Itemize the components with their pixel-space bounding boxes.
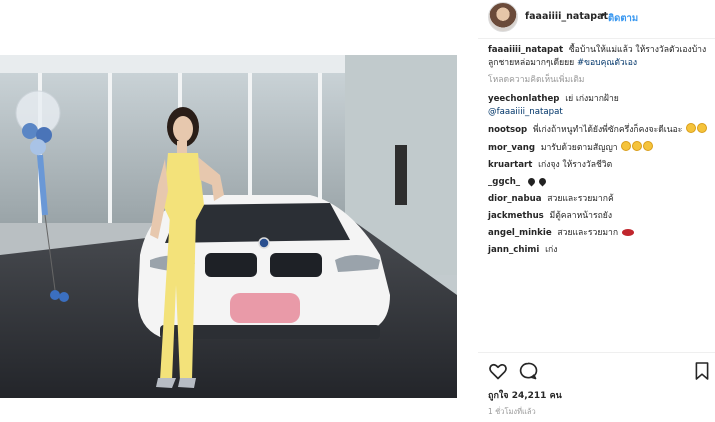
comment-item: jackmethus มีตู้คลาหน้ารถยัง	[488, 210, 710, 223]
black-heart-emoji-icon	[537, 176, 548, 187]
load-more-comments-link[interactable]: โหลดความคิดเห็นเพิ่มเติม	[488, 74, 710, 87]
blurred-plate	[230, 293, 300, 323]
post-username[interactable]: faaaiiii_natapat	[525, 11, 608, 22]
comment-mention[interactable]: @faaaiiii_natapat	[488, 107, 563, 117]
comment-username[interactable]: mor_vang	[488, 143, 535, 153]
smile-emoji-icon	[686, 123, 697, 133]
comment-item: kruartart เก่งจุง ให้รางวัลชีวิต	[488, 159, 710, 172]
comment-text: มีตู้คลาหน้ารถยัง	[549, 211, 613, 221]
comment-text: เย่ เก่งมากฝ้าย	[565, 94, 619, 104]
black-heart-emoji-icon	[526, 176, 537, 187]
comment-text: เก่งจุง ให้รางวัลชีวิต	[538, 160, 613, 170]
comment-text: มารับด้วยตามสัญญา	[540, 143, 618, 153]
comment-username[interactable]: dior_nabua	[488, 194, 542, 204]
comment-text: พี่เก่งถ้าหนูทำได้ยังพี่ซักครึ่งก็คงจะดี…	[532, 125, 683, 135]
grin-emoji-icon	[621, 141, 632, 151]
comment-item: mor_vang มารับด้วยตามสัญญา	[488, 141, 710, 155]
separator-dot: •	[600, 10, 606, 21]
comment-username[interactable]: jackmethus	[488, 211, 544, 221]
grin-emoji-icon	[643, 141, 654, 151]
caption-username[interactable]: faaaiiii_natapat	[488, 45, 563, 55]
post-side-panel: faaaiiii_natapat • ติดตาม faaaiiii_natap…	[478, 0, 715, 422]
comment-item: _ggch_	[488, 176, 710, 189]
showroom-photo	[0, 55, 457, 398]
comment-item: dior_nabua สวยและรวยมากค้	[488, 193, 710, 206]
comment-username[interactable]: angel_minkie	[488, 228, 552, 238]
comment-username[interactable]: yeechonlathep	[488, 94, 559, 104]
comment-text: เก่ง	[545, 245, 558, 255]
smile-emoji-icon	[697, 123, 708, 133]
caption-hashtag[interactable]: #ขอบคุณตัวเอง	[577, 58, 637, 68]
comment-text: สวยและรวยมาก	[557, 228, 619, 238]
grin-emoji-icon	[632, 141, 643, 151]
comment-username[interactable]: jann_chimi	[488, 245, 539, 255]
comment-item: nootsop พี่เก่งถ้าหนูทำได้ยังพี่ซักครึ่ง…	[488, 123, 710, 137]
comment-icon[interactable]	[518, 361, 538, 381]
follow-button[interactable]: ติดตาม	[608, 11, 638, 26]
header-divider	[478, 38, 715, 39]
heart-icon[interactable]	[488, 361, 508, 381]
actions-divider	[478, 352, 715, 353]
lips-emoji-icon	[621, 229, 634, 236]
post-timestamp[interactable]: 1 ชั่วโมงที่แล้ว	[488, 406, 536, 418]
comment-item: angel_minkie สวยและรวยมาก	[488, 227, 710, 240]
bookmark-icon[interactable]	[694, 361, 710, 381]
comment-text: สวยและรวยมากค้	[547, 194, 614, 204]
likes-count[interactable]: ถูกใจ 24,211 คน	[488, 388, 562, 402]
post-photo[interactable]	[0, 55, 457, 398]
action-bar	[488, 361, 710, 383]
comment-username[interactable]: nootsop	[488, 125, 527, 135]
comment-item: yeechonlathep เย่ เก่งมากฝ้าย @faaaiiii_…	[488, 93, 710, 119]
caption: faaaiiii_natapat ซื้อบ้านให้แม่แล้ว ให้ร…	[488, 44, 710, 70]
comment-item: jann_chimi เก่ง	[488, 244, 710, 257]
comments-list: faaaiiii_natapat ซื้อบ้านให้แม่แล้ว ให้ร…	[488, 44, 710, 261]
comment-username[interactable]: kruartart	[488, 160, 532, 170]
avatar[interactable]	[488, 2, 518, 32]
post-header: faaaiiii_natapat • ติดตาม	[478, 0, 715, 36]
comment-username[interactable]: _ggch_	[488, 177, 520, 187]
